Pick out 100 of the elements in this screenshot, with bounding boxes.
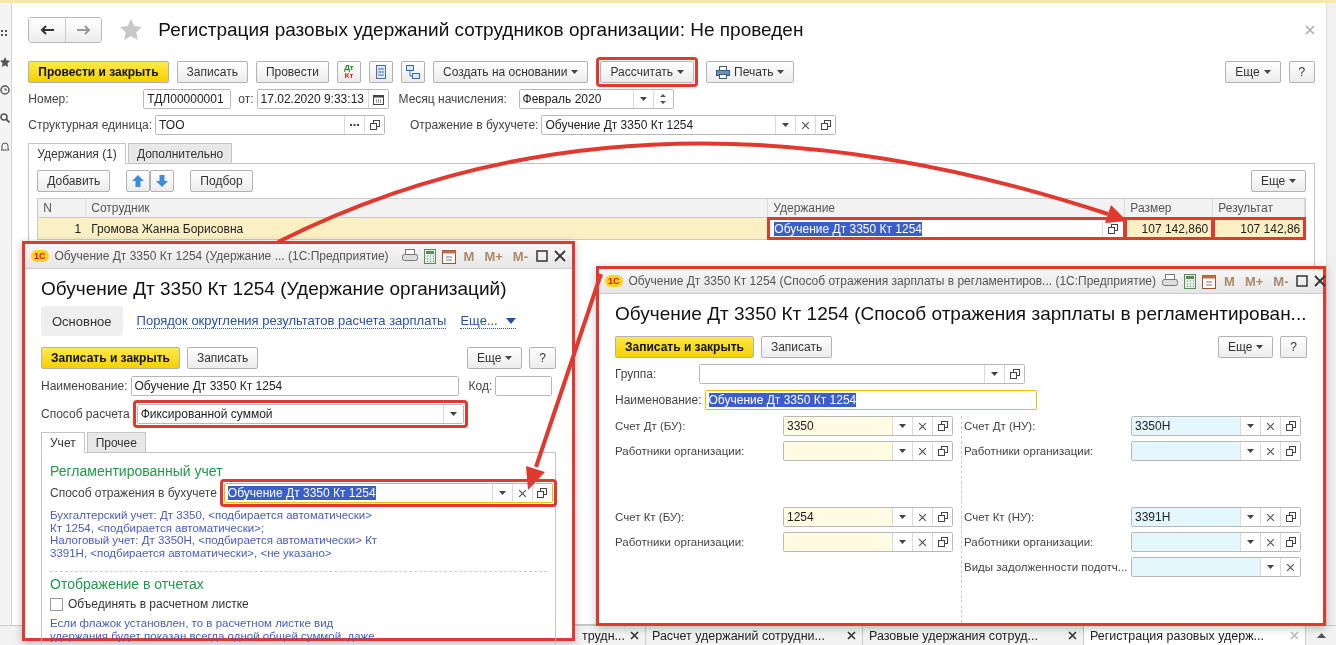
input-field[interactable]: ТОО: [155, 115, 385, 135]
save-button[interactable]: Записать: [760, 336, 833, 358]
open-button[interactable]: [364, 116, 384, 134]
input-field[interactable]: ТДЛ00000001: [143, 89, 232, 109]
post-close-button[interactable]: Провести и закрыть: [28, 61, 169, 83]
section-link[interactable]: Порядок округления результатов расчета зарплаты: [136, 313, 447, 329]
window-tab[interactable]: Регистрация разовых удерж...: [1084, 626, 1306, 645]
menu-button[interactable]: Создать на основании: [433, 61, 589, 83]
list-button[interactable]: [369, 61, 393, 83]
caret-icon: [782, 123, 790, 127]
maximize-icon: [536, 250, 548, 262]
input-field[interactable]: Обучение Дт 3350 Кт 1254: [541, 115, 837, 135]
input-field[interactable]: Обучение Дт 3350 Кт 1254: [704, 390, 1037, 410]
field-label: Наименование:: [615, 393, 703, 407]
pick-button[interactable]: Подбор: [190, 170, 253, 192]
up-down-icon: [660, 93, 667, 105]
open-button[interactable]: [531, 484, 552, 502]
input-field[interactable]: Обучение Дт 3350 Кт 1254: [130, 376, 459, 396]
back-button[interactable]: [29, 18, 66, 42]
toolbar-button[interactable]: Провести: [255, 61, 329, 83]
open-button[interactable]: [932, 508, 952, 526]
help-button[interactable]: ?: [529, 347, 556, 369]
field-label: Номер:: [28, 92, 70, 106]
form-tab[interactable]: Прочее: [86, 432, 146, 453]
calendar-icon: [441, 248, 456, 264]
caret-icon: [991, 372, 998, 376]
input-field[interactable]: [495, 376, 553, 396]
input-field[interactable]: [783, 441, 953, 461]
field-label: Работники организации:: [964, 445, 1095, 457]
input-field[interactable]: [699, 364, 1025, 384]
help-button[interactable]: ?: [1288, 61, 1316, 83]
print-button[interactable]: [401, 249, 418, 263]
print-button[interactable]: Печать: [706, 61, 795, 83]
open-button[interactable]: [1280, 508, 1300, 526]
dropdown-button[interactable]: [442, 405, 463, 423]
open-button[interactable]: [1280, 533, 1300, 551]
input-field[interactable]: Обучение Дт 3350 Кт 1254: [223, 483, 553, 503]
input-field[interactable]: 3350: [783, 416, 953, 436]
bell-icon: [0, 141, 10, 151]
more-button[interactable]: Еще: [466, 347, 523, 369]
form-tab[interactable]: Удержания (1): [28, 143, 126, 164]
input-field[interactable]: Фиксированной суммой: [136, 404, 464, 424]
checkbox-row[interactable]: Объединять в расчетном листке: [50, 597, 547, 611]
dt-kt-button[interactable]: Дт Кт: [337, 61, 361, 83]
save-button[interactable]: Записать: [186, 347, 259, 369]
calendar-button[interactable]: [441, 248, 456, 264]
open-button[interactable]: [1004, 365, 1024, 383]
clear-icon: [919, 538, 926, 546]
help-button[interactable]: ?: [1280, 336, 1307, 358]
form-tab[interactable]: Дополнительно: [127, 143, 233, 164]
more-link[interactable]: Еще...: [460, 313, 516, 329]
open-button[interactable]: [932, 417, 952, 435]
field-label: Отражение в бухучете:: [410, 118, 540, 132]
open-window-icon: [1285, 537, 1296, 547]
maximize-button[interactable]: [1296, 275, 1309, 287]
caret-icon: [498, 491, 506, 495]
calculator-button[interactable]: [423, 248, 436, 264]
checkbox[interactable]: [50, 597, 63, 611]
close-button[interactable]: [1314, 275, 1327, 287]
close-button[interactable]: [554, 250, 566, 262]
open-button[interactable]: [815, 116, 836, 134]
input-field[interactable]: [1131, 557, 1301, 577]
caret-icon: [571, 70, 579, 74]
structure-button[interactable]: [401, 61, 425, 83]
open-button[interactable]: [932, 442, 952, 460]
clear-button[interactable]: [1280, 558, 1300, 576]
open-button[interactable]: [1280, 442, 1300, 460]
menu-button[interactable]: Рассчитать: [600, 61, 695, 83]
save-close-button[interactable]: Записать и закрыть: [41, 347, 180, 369]
scrollbar[interactable]: [1326, 3, 1336, 625]
print-button[interactable]: [1162, 274, 1179, 288]
more-button[interactable]: Еще: [1225, 61, 1281, 83]
open-button[interactable]: [932, 533, 952, 551]
input-field[interactable]: 3391Н: [1131, 507, 1301, 527]
more-button[interactable]: Еще: [1250, 170, 1307, 192]
input-field[interactable]: [1131, 441, 1301, 461]
caret-icon: [1247, 449, 1254, 453]
input-field[interactable]: 1254: [783, 507, 953, 527]
input-field[interactable]: [783, 532, 953, 552]
move-down-button[interactable]: [150, 170, 175, 192]
add-button[interactable]: Добавить: [37, 170, 111, 192]
move-up-button[interactable]: [126, 170, 151, 192]
form-tab[interactable]: Учет: [41, 432, 85, 453]
input-field[interactable]: Февраль 2020: [518, 89, 674, 109]
spin-button[interactable]: [652, 90, 673, 108]
input-field[interactable]: [1131, 532, 1301, 552]
input-field[interactable]: 3350Н: [1131, 416, 1301, 436]
input-field[interactable]: 17.02.2020 9:33:13: [256, 89, 389, 109]
section-tab[interactable]: Основное: [41, 306, 123, 336]
maximize-button[interactable]: [536, 250, 548, 262]
column-header[interactable]: N: [38, 199, 87, 218]
calculator-button[interactable]: [1184, 273, 1197, 289]
input-field[interactable]: Обучение Дт 3350 Кт 1254: [768, 218, 1126, 239]
field-label: Код:: [468, 379, 494, 393]
column-header[interactable]: Сотрудник: [86, 199, 769, 218]
calendar-button[interactable]: [1202, 273, 1217, 289]
toolbar-button[interactable]: Записать: [176, 61, 248, 83]
save-close-button[interactable]: Записать и закрыть: [615, 336, 754, 358]
open-button[interactable]: [1280, 417, 1300, 435]
more-button[interactable]: Еще: [1217, 336, 1274, 358]
